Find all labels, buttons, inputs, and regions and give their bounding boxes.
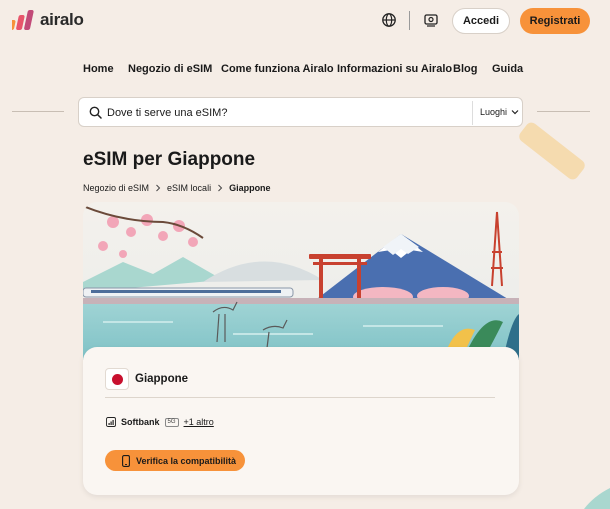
divider-left: [12, 111, 64, 112]
network-5g-badge: 5G: [164, 417, 179, 427]
network-name: Softbank: [121, 417, 160, 427]
nav-item-blog[interactable]: Blog: [453, 63, 477, 75]
verify-label: Verifica la compatibilità: [136, 455, 237, 466]
chevron-right-icon: [156, 184, 161, 192]
verify-compatibility-button[interactable]: Verifica la compatibilità: [105, 450, 245, 471]
globe-icon[interactable]: [381, 12, 397, 28]
logo-icon: [12, 10, 34, 30]
breadcrumb-item-local[interactable]: eSIM locali: [167, 183, 211, 193]
login-button[interactable]: Accedi: [452, 8, 510, 34]
main-nav: Home Negozio di eSIM Come funziona Airal…: [0, 63, 610, 77]
places-dropdown[interactable]: Luoghi: [480, 107, 519, 117]
register-button[interactable]: Registrati: [520, 8, 590, 34]
country-name: Giappone: [135, 373, 189, 385]
search-icon: [89, 106, 102, 119]
breadcrumb: Negozio di eSIM eSIM locali Giappone: [83, 183, 271, 193]
search-input[interactable]: [107, 104, 467, 122]
divider-right: [537, 111, 590, 112]
top-bar: airalo Accedi Registrati: [0, 0, 610, 44]
more-networks-link[interactable]: +1 altro: [184, 417, 214, 427]
japan-flag-icon: [105, 368, 129, 390]
search-bar: Luoghi: [78, 97, 523, 127]
network-info: Softbank 5G +1 altro: [106, 417, 214, 427]
nav-item-help[interactable]: Guida: [492, 63, 523, 75]
currency-icon[interactable]: [423, 12, 439, 28]
airalo-logo[interactable]: airalo: [12, 10, 84, 30]
card-divider: [105, 397, 495, 398]
breadcrumb-item-store[interactable]: Negozio di eSIM: [83, 183, 149, 193]
nav-item-how-it-works[interactable]: Come funziona Airalo: [221, 63, 334, 75]
places-label: Luoghi: [480, 107, 508, 117]
logo-text: airalo: [40, 10, 84, 29]
flag-circle: [112, 374, 123, 385]
page-title: eSIM per Giappone: [83, 149, 256, 170]
japan-landscape-image: [83, 202, 519, 360]
decorative-leaf-icon: [584, 488, 610, 509]
chevron-down-icon: [511, 110, 519, 115]
breadcrumb-item-current: Giappone: [229, 183, 271, 193]
japan-illustration: [83, 202, 519, 360]
nav-item-esim-store[interactable]: Negozio di eSIM: [128, 63, 212, 75]
nav-item-about[interactable]: Informazioni su Airalo: [337, 63, 452, 75]
country-card: Giappone Softbank 5G +1 altro Verifica l…: [83, 347, 519, 495]
phone-icon: [122, 454, 130, 467]
signal-icon: [106, 417, 116, 427]
nav-item-home[interactable]: Home: [83, 63, 114, 75]
chevron-right-icon: [218, 184, 223, 192]
search-divider: [472, 101, 473, 125]
header-divider: [409, 11, 410, 30]
decorative-shape: [516, 120, 588, 182]
